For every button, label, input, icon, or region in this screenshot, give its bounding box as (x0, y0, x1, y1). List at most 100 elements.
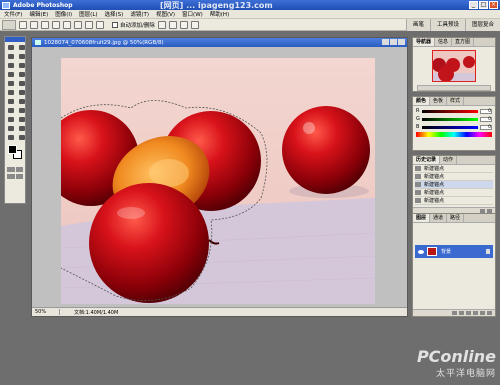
tab-histogram[interactable]: 直方图 (452, 38, 475, 46)
tab-tool-presets[interactable]: 工具预设 (429, 19, 465, 31)
tab-navigator[interactable]: 导航器 (413, 38, 436, 46)
ellipse-icon[interactable] (85, 20, 93, 29)
auto-add-delete-checkbox[interactable] (112, 21, 118, 28)
history-item[interactable]: 新建锚点 (415, 173, 493, 181)
mask-icon[interactable] (466, 311, 471, 315)
notes-tool[interactable] (6, 124, 16, 132)
green-value[interactable]: 0 (480, 116, 492, 122)
pen-icon[interactable] (52, 20, 60, 29)
history-item[interactable]: 新建锚点 (415, 165, 493, 173)
freeform-pen-icon[interactable] (63, 20, 71, 29)
doc-maximize-button[interactable] (390, 39, 397, 45)
pen-tool-preset-icon[interactable] (2, 19, 16, 30)
quick-mask-icon[interactable] (15, 167, 23, 172)
move-tool[interactable] (17, 43, 27, 51)
shape-tool[interactable] (17, 115, 27, 123)
menu-view[interactable]: 视图(V) (156, 10, 175, 18)
slice-tool[interactable] (17, 61, 27, 69)
maximize-button[interactable]: □ (479, 1, 488, 9)
tab-actions[interactable]: 动作 (440, 156, 458, 164)
type-tool[interactable] (17, 106, 27, 114)
tab-paths[interactable]: 路径 (447, 214, 465, 222)
trash-icon[interactable] (487, 311, 492, 315)
menu-layer[interactable]: 图层(L) (79, 10, 97, 18)
history-item[interactable]: 新建锚点 (415, 181, 493, 189)
folder-icon[interactable] (473, 311, 478, 315)
layers-panel: 图层 通道 路径 背景 (412, 213, 496, 317)
hand-tool[interactable] (6, 133, 16, 141)
layer-style-icon[interactable] (459, 311, 464, 315)
tab-channels[interactable]: 通道 (430, 214, 448, 222)
navigator-zoom-slider[interactable] (417, 85, 491, 91)
layer-row-background[interactable]: 背景 (415, 245, 493, 258)
link-icon[interactable] (452, 311, 457, 315)
shape-layers-icon[interactable] (19, 20, 27, 29)
doc-minimize-button[interactable] (382, 39, 389, 45)
tab-history[interactable]: 历史记录 (413, 156, 441, 164)
red-value[interactable]: 0 (480, 108, 492, 114)
crop-tool[interactable] (6, 61, 16, 69)
new-layer-icon[interactable] (480, 311, 485, 315)
menu-help[interactable]: 帮助(H) (210, 10, 229, 18)
eye-icon[interactable] (418, 249, 424, 254)
magic-wand-tool[interactable] (17, 52, 27, 60)
rectangle-icon[interactable] (74, 20, 82, 29)
palette-well: 画笔 工具预设 图层复合 (405, 19, 500, 31)
lasso-tool[interactable] (6, 52, 16, 60)
menu-filter[interactable]: 滤镜(T) (130, 10, 149, 18)
close-button[interactable]: × (489, 1, 498, 9)
blur-tool[interactable] (6, 97, 16, 105)
document-title-bar[interactable]: 1028074_070608fruit29.jpg @ 50%(RGB/8) (32, 38, 407, 47)
green-slider[interactable] (422, 117, 478, 121)
red-slider[interactable] (422, 109, 478, 113)
brush-tool[interactable] (17, 70, 27, 78)
history-item[interactable]: 新建锚点 (415, 189, 493, 197)
screen-mode-standard-icon[interactable] (7, 174, 15, 179)
pen-tool[interactable] (6, 115, 16, 123)
stamp-tool[interactable] (6, 79, 16, 87)
paths-icon[interactable] (30, 20, 38, 29)
history-item[interactable]: 新建锚点 (415, 197, 493, 205)
path-add-icon[interactable] (157, 20, 166, 29)
fill-pixels-icon[interactable] (41, 20, 49, 29)
tab-layer-comps[interactable]: 图层复合 (464, 19, 500, 31)
blue-value[interactable]: 0 (480, 124, 492, 130)
tab-layers[interactable]: 图层 (413, 214, 431, 222)
tab-info[interactable]: 信息 (435, 38, 453, 46)
tab-styles[interactable]: 样式 (447, 97, 465, 105)
foreground-color[interactable] (8, 145, 17, 154)
image-canvas[interactable] (61, 58, 375, 304)
tab-color[interactable]: 颜色 (413, 97, 431, 105)
screen-mode-full-icon[interactable] (15, 174, 23, 179)
minimize-button[interactable]: _ (469, 1, 478, 9)
polygon-icon[interactable] (96, 20, 104, 29)
crop-icon (8, 62, 14, 68)
eyedropper-tool[interactable] (17, 124, 27, 132)
path-intersect-icon[interactable] (179, 20, 188, 29)
path-subtract-icon[interactable] (168, 20, 177, 29)
menu-image[interactable]: 图像(I) (55, 10, 72, 18)
tab-brushes[interactable]: 画笔 (405, 19, 430, 31)
tab-swatches[interactable]: 色板 (430, 97, 448, 105)
menu-file[interactable]: 文件(F) (4, 10, 22, 18)
doc-close-button[interactable] (398, 39, 405, 45)
logo-subtitle: 太平洋电脑网 (435, 369, 496, 379)
marquee-tool[interactable] (6, 43, 16, 51)
eraser-tool[interactable] (6, 88, 16, 96)
blue-slider[interactable] (422, 125, 478, 129)
menu-select[interactable]: 选择(S) (105, 10, 124, 18)
zoom-tool[interactable] (17, 133, 27, 141)
document-size[interactable]: 文档:1.40M/1.40M (60, 309, 118, 316)
zoom-level[interactable]: 50% (32, 309, 60, 315)
navigator-thumbnail[interactable] (432, 50, 476, 82)
dodge-tool[interactable] (17, 97, 27, 105)
menu-window[interactable]: 窗口(W) (182, 10, 203, 18)
history-brush-tool[interactable] (17, 79, 27, 87)
menu-edit[interactable]: 编辑(E) (29, 10, 48, 18)
path-select-tool[interactable] (6, 106, 16, 114)
standard-mode-icon[interactable] (7, 167, 15, 172)
gradient-tool[interactable] (17, 88, 27, 96)
path-exclude-icon[interactable] (190, 20, 199, 29)
healing-tool[interactable] (6, 70, 16, 78)
color-spectrum-bar[interactable] (416, 132, 492, 137)
